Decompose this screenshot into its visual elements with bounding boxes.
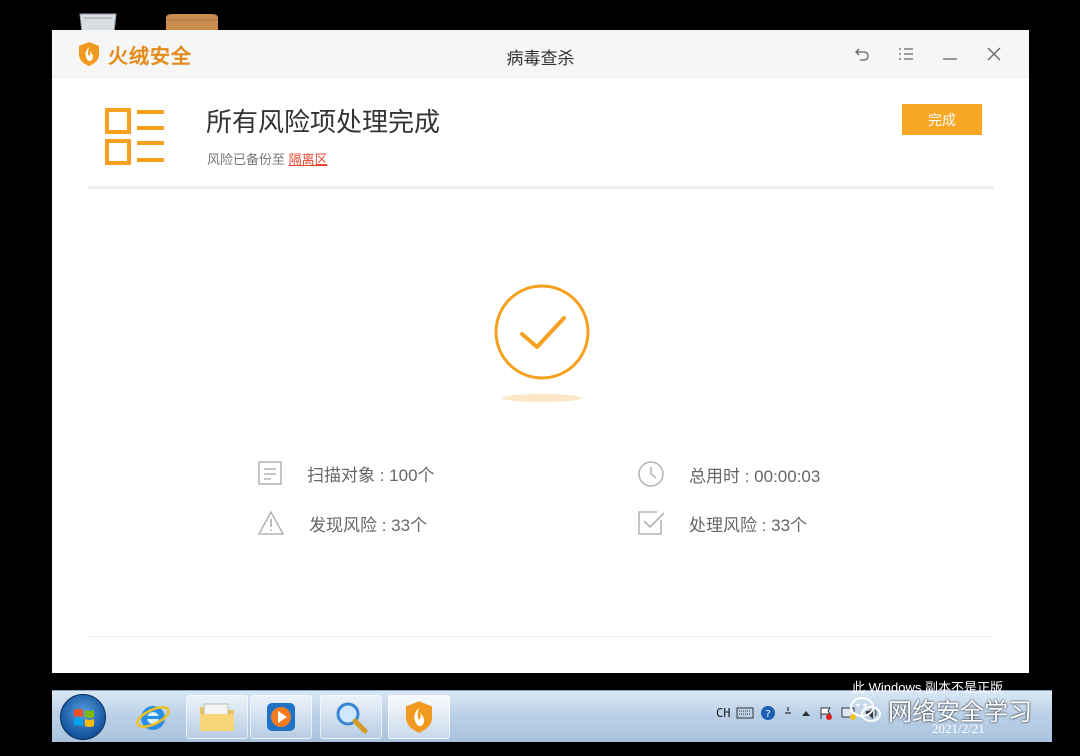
svg-text:?: ? (766, 709, 771, 720)
stat-found: 发现风险 : 33个 (257, 510, 427, 536)
taskbar-explorer[interactable] (186, 695, 248, 739)
stat-handled-label: 处理风险 : 33个 (689, 515, 808, 535)
wechat-icon (850, 696, 881, 722)
checkbox-icon (638, 511, 665, 535)
huorong-logo-icon (405, 701, 433, 733)
settings-small-icon[interactable] (782, 705, 794, 721)
success-check-icon (494, 284, 590, 402)
stat-scanned: 扫描对象 : 100个 (257, 460, 435, 486)
stat-scanned-label: 扫描对象 : 100个 (307, 465, 435, 485)
result-title: 所有风险项处理完成 (206, 107, 441, 137)
minimize-icon (943, 58, 957, 60)
window-controls (847, 42, 1009, 66)
document-icon (258, 461, 282, 485)
warning-icon (258, 511, 284, 535)
input-language[interactable]: CH (716, 706, 730, 720)
taskbar-huorong[interactable] (388, 695, 450, 739)
quarantine-link[interactable]: 隔离区 (289, 152, 328, 167)
taskbar-media-player[interactable] (250, 695, 312, 739)
back-button[interactable] (847, 42, 877, 66)
folder-icon (200, 703, 234, 731)
title-bar: 火绒安全 病毒查杀 (52, 30, 1029, 78)
subtitle-text: 风险已备份至 (207, 152, 289, 167)
close-button[interactable] (979, 42, 1009, 66)
magnifier-icon (336, 702, 368, 734)
back-icon (855, 48, 869, 61)
stat-elapsed: 总用时 : 00:00:03 (637, 460, 820, 488)
chevron-up-icon[interactable] (800, 708, 812, 718)
close-icon (987, 47, 1001, 61)
windows-logo-icon (74, 709, 94, 727)
desktop: 火绒安全 病毒查杀 所有风险项处理完成 风险已备份至 隔离区 完成 扫描对象:… (0, 0, 1080, 756)
menu-button[interactable] (891, 42, 921, 66)
stat-elapsed-label: 总用时 : 00:00:03 (689, 466, 821, 486)
media-player-icon (267, 703, 295, 731)
action-center-icon[interactable] (818, 705, 834, 721)
internet-explorer-icon (136, 706, 170, 730)
stat-found-label: 发现风险 : 33个 (309, 515, 428, 535)
minimize-button[interactable] (935, 42, 965, 66)
wechat-account-name: 网络安全学习 (888, 699, 1032, 726)
recycle-bin-icon[interactable] (74, 12, 122, 32)
stat-handled: 处理风险 : 33个 (637, 510, 807, 536)
result-subtitle: 风险已备份至 隔离区 (207, 149, 328, 168)
taskbar-search[interactable] (320, 695, 382, 739)
help-icon[interactable]: ? (760, 705, 776, 721)
wechat-watermark: 网络安全学习 (850, 692, 1032, 727)
taskbar-ie[interactable] (122, 695, 184, 739)
start-button[interactable] (60, 694, 106, 740)
divider (88, 636, 994, 637)
package-icon[interactable] (162, 12, 222, 32)
antivirus-window: 火绒安全 病毒查杀 所有风险项处理完成 风险已备份至 隔离区 完成 扫描对象:… (52, 30, 1029, 673)
done-button[interactable]: 完成 (902, 104, 982, 135)
menu-icon (899, 48, 913, 60)
task-list-icon (105, 108, 164, 165)
keyboard-icon[interactable] (736, 707, 754, 719)
clock-icon (638, 461, 664, 487)
divider (88, 186, 994, 189)
